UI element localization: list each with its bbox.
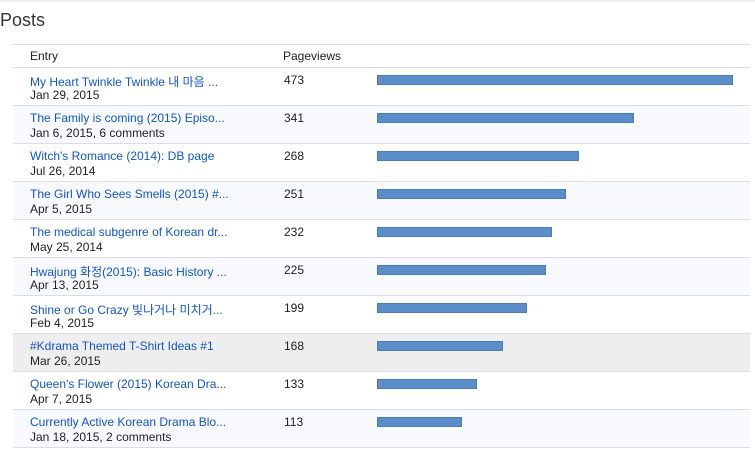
- pageviews-count: 168: [284, 339, 305, 353]
- table-row: My Heart Twinkle Twinkle 내 마음 ... Jan 29,…: [13, 68, 750, 106]
- post-meta: Jan 18, 2015, 2 comments: [30, 430, 172, 444]
- pageviews-bar: [377, 75, 733, 85]
- table-row: The medical subgenre of Korean dr... May …: [13, 220, 750, 258]
- pageviews-count: 473: [284, 73, 305, 87]
- post-title-link[interactable]: Queen's Flower (2015) Korean Dra...: [30, 377, 250, 391]
- table-header: Entry Pageviews: [13, 44, 750, 68]
- pageviews-bar: [377, 303, 527, 313]
- post-meta: Apr 5, 2015: [30, 202, 93, 216]
- table-body: My Heart Twinkle Twinkle 내 마음 ... Jan 29,…: [13, 68, 750, 448]
- table-row: #Kdrama Themed T-Shirt Ideas #1 Mar 26, 2…: [13, 334, 750, 372]
- post-meta: Feb 4, 2015: [30, 316, 95, 330]
- post-title-link[interactable]: Witch's Romance (2014): DB page: [30, 149, 250, 163]
- pageviews-count: 341: [284, 111, 305, 125]
- table-row: The Girl Who Sees Smells (2015) #... Apr …: [13, 182, 750, 220]
- pageviews-count: 113: [284, 415, 304, 429]
- table-row: The Family is coming (2015) Episo... Jan …: [13, 106, 750, 144]
- column-header-pageviews: Pageviews: [283, 49, 342, 63]
- post-meta: Apr 7, 2015: [30, 392, 93, 406]
- pageviews-bar: [377, 417, 462, 427]
- table-row: Shine or Go Crazy 빛나거나 미치거... Feb 4, 2015…: [13, 296, 750, 334]
- post-meta: Apr 13, 2015: [30, 278, 99, 292]
- pageviews-bar: [377, 265, 546, 275]
- post-meta: May 25, 2014: [30, 240, 103, 254]
- top-shadow: [0, 0, 755, 3]
- pageviews-bar: [377, 227, 552, 237]
- pageviews-bar: [377, 341, 503, 351]
- post-meta: Jul 26, 2014: [30, 164, 96, 178]
- pageviews-bar: [377, 379, 477, 389]
- table-row: Hwajung 화정(2015): Basic History ... Apr 1…: [13, 258, 750, 296]
- post-title-link[interactable]: #Kdrama Themed T-Shirt Ideas #1: [30, 339, 250, 353]
- pageviews-bar: [377, 151, 579, 161]
- pageviews-count: 268: [284, 149, 305, 163]
- post-title-link[interactable]: Currently Active Korean Drama Blo...: [30, 415, 250, 429]
- pageviews-count: 199: [284, 301, 305, 315]
- column-header-entry: Entry: [30, 49, 59, 63]
- post-meta: Mar 26, 2015: [30, 354, 101, 368]
- pageviews-count: 251: [284, 187, 305, 201]
- pageviews-count: 225: [284, 263, 305, 277]
- posts-table: Entry Pageviews My Heart Twinkle Twinkle…: [13, 44, 750, 448]
- pageviews-bar: [377, 189, 566, 199]
- pageviews-count: 232: [284, 225, 305, 239]
- table-row: Queen's Flower (2015) Korean Dra... Apr 7…: [13, 372, 750, 410]
- post-title-link[interactable]: The medical subgenre of Korean dr...: [30, 225, 250, 239]
- post-title-link[interactable]: The Family is coming (2015) Episo...: [30, 111, 250, 125]
- pageviews-bar: [377, 113, 634, 123]
- table-row: Witch's Romance (2014): DB page Jul 26, 2…: [13, 144, 750, 182]
- page-title: Posts: [0, 10, 46, 30]
- post-meta: Jan 29, 2015: [30, 88, 100, 102]
- post-meta: Jan 6, 2015, 6 comments: [30, 126, 165, 140]
- post-title-link[interactable]: The Girl Who Sees Smells (2015) #...: [30, 187, 250, 201]
- pageviews-count: 133: [284, 377, 305, 391]
- table-row: Currently Active Korean Drama Blo... Jan …: [13, 410, 750, 448]
